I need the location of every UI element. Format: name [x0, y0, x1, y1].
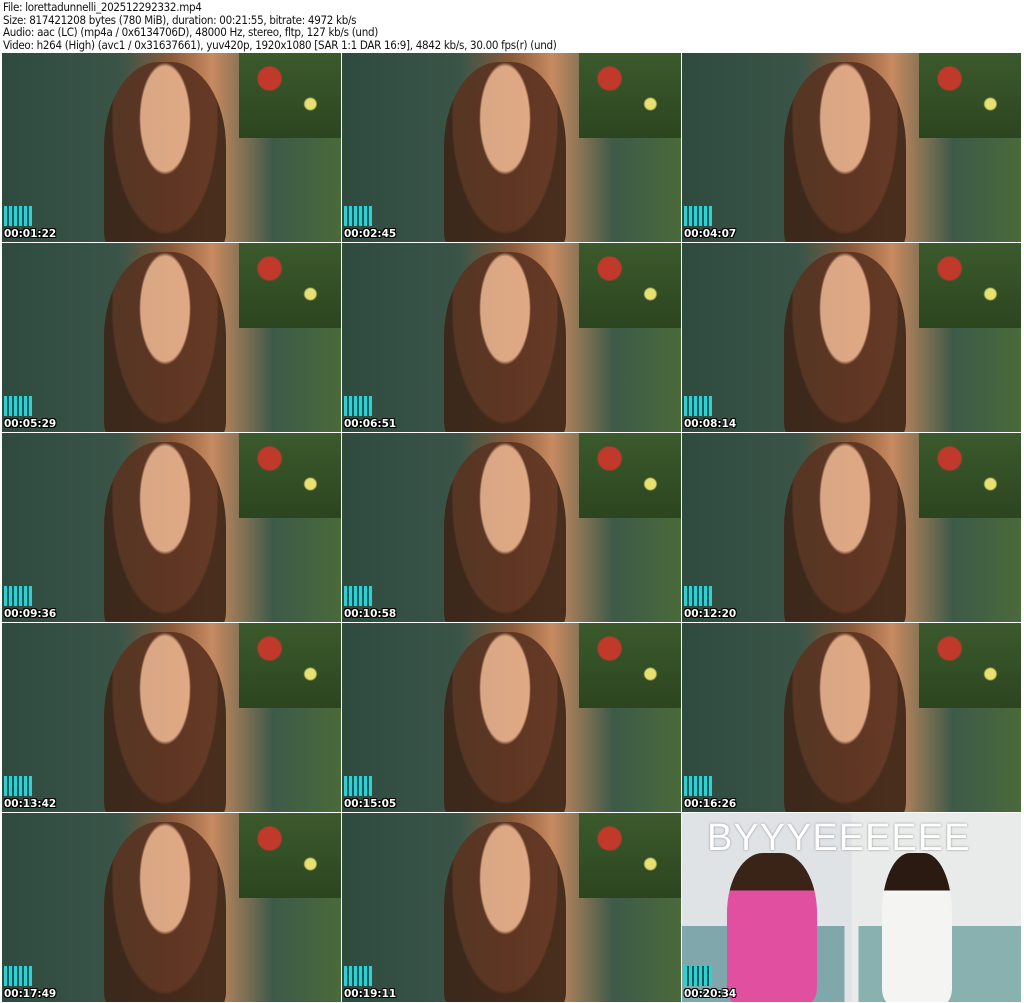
- video-thumbnail: 00:08:14: [682, 243, 1021, 432]
- video-thumbnail: 00:02:45: [342, 53, 681, 242]
- decor-image: [579, 433, 681, 519]
- video-thumbnail: 00:16:26: [682, 623, 1021, 812]
- thumbnail-timestamp: 00:19:11: [344, 988, 397, 1000]
- decor-image: [579, 813, 681, 899]
- thumbnail-timestamp: 00:17:49: [4, 988, 57, 1000]
- person-image: [783, 442, 906, 622]
- video-thumbnail: 00:17:49: [2, 813, 341, 1002]
- qr-code-icon: [684, 586, 712, 606]
- decor-image: [919, 433, 1021, 519]
- person-image: [103, 252, 226, 432]
- person-image: [103, 632, 226, 812]
- decor-image: [239, 623, 341, 709]
- video-thumbnail: 00:04:07: [682, 53, 1021, 242]
- decor-image: [239, 813, 341, 899]
- video-thumbnail: 00:06:51: [342, 243, 681, 432]
- thumbnail-timestamp: 00:16:26: [684, 798, 737, 810]
- qr-code-icon: [4, 206, 32, 226]
- audio-info: Audio: aac (LC) (mp4a / 0x6134706D), 480…: [3, 25, 378, 40]
- person-image: [103, 822, 226, 1002]
- qr-code-icon: [4, 396, 32, 416]
- thumbnail-timestamp: 00:12:20: [684, 608, 737, 620]
- decor-image: [919, 53, 1021, 139]
- video-thumbnail: 00:15:05: [342, 623, 681, 812]
- person-image: [443, 62, 566, 242]
- qr-code-icon: [344, 586, 372, 606]
- video-thumbnail: 00:13:42: [2, 623, 341, 812]
- video-thumbnail: 00:10:58: [342, 433, 681, 622]
- video-thumbnail: 00:19:11: [342, 813, 681, 1002]
- video-thumbnail: 00:01:22: [2, 53, 341, 242]
- person-image: [783, 62, 906, 242]
- thumbnail-timestamp: 00:04:07: [684, 228, 737, 240]
- thumbnail-timestamp: 00:20:34: [684, 988, 737, 1000]
- thumbnail-timestamp: 00:09:36: [4, 608, 57, 620]
- qr-code-icon: [344, 396, 372, 416]
- qr-code-icon: [684, 396, 712, 416]
- decor-image: [579, 623, 681, 709]
- person-image: [103, 442, 226, 622]
- qr-code-icon: [4, 776, 32, 796]
- decor-image: [579, 243, 681, 329]
- thumbnail-timestamp: 00:05:29: [4, 418, 57, 430]
- video-thumbnail: 00:09:36: [2, 433, 341, 622]
- person-image: [443, 442, 566, 622]
- decor-image: [579, 53, 681, 139]
- person-image: [783, 632, 906, 812]
- thumbnail-timestamp: 00:15:05: [344, 798, 397, 810]
- qr-code-icon: [344, 966, 372, 986]
- file-info-header: File: lorettadunnelli_202512292332.mp4 S…: [3, 1, 557, 51]
- person-image: [783, 252, 906, 432]
- thumbnail-caption: BYYYEEEEEE: [707, 817, 971, 859]
- decor-image: [239, 243, 341, 329]
- qr-code-icon: [344, 206, 372, 226]
- thumbnail-timestamp: 00:13:42: [4, 798, 57, 810]
- thumbnail-timestamp: 00:06:51: [344, 418, 397, 430]
- decor-image: [239, 433, 341, 519]
- qr-code-icon: [684, 966, 712, 986]
- decor-image: [239, 53, 341, 139]
- thumbnail-timestamp: 00:08:14: [684, 418, 737, 430]
- qr-code-icon: [684, 776, 712, 796]
- person-image: [727, 853, 817, 1002]
- qr-code-icon: [4, 966, 32, 986]
- video-info: Video: h264 (High) (avc1 / 0x31637661), …: [3, 37, 557, 52]
- person-image: [443, 632, 566, 812]
- thumbnail-grid: 00:01:22 00:02:45 00:04:07 00:05:29 00:06:51…: [2, 53, 1021, 1002]
- video-thumbnail: 00:12:20: [682, 433, 1021, 622]
- thumbnail-timestamp: 00:01:22: [4, 228, 57, 240]
- thumbnail-timestamp: 00:10:58: [344, 608, 397, 620]
- decor-image: [919, 623, 1021, 709]
- person-image: [882, 853, 952, 1002]
- file-name: File: lorettadunnelli_202512292332.mp4: [3, 0, 202, 14]
- person-image: [443, 252, 566, 432]
- qr-code-icon: [684, 206, 712, 226]
- decor-image: [919, 243, 1021, 329]
- video-thumbnail: 00:05:29: [2, 243, 341, 432]
- qr-code-icon: [4, 586, 32, 606]
- video-thumbnail: BYYYEEEEEE 00:20:34: [682, 813, 1021, 1002]
- person-image: [103, 62, 226, 242]
- qr-code-icon: [344, 776, 372, 796]
- thumbnail-timestamp: 00:02:45: [344, 228, 397, 240]
- person-image: [443, 822, 566, 1002]
